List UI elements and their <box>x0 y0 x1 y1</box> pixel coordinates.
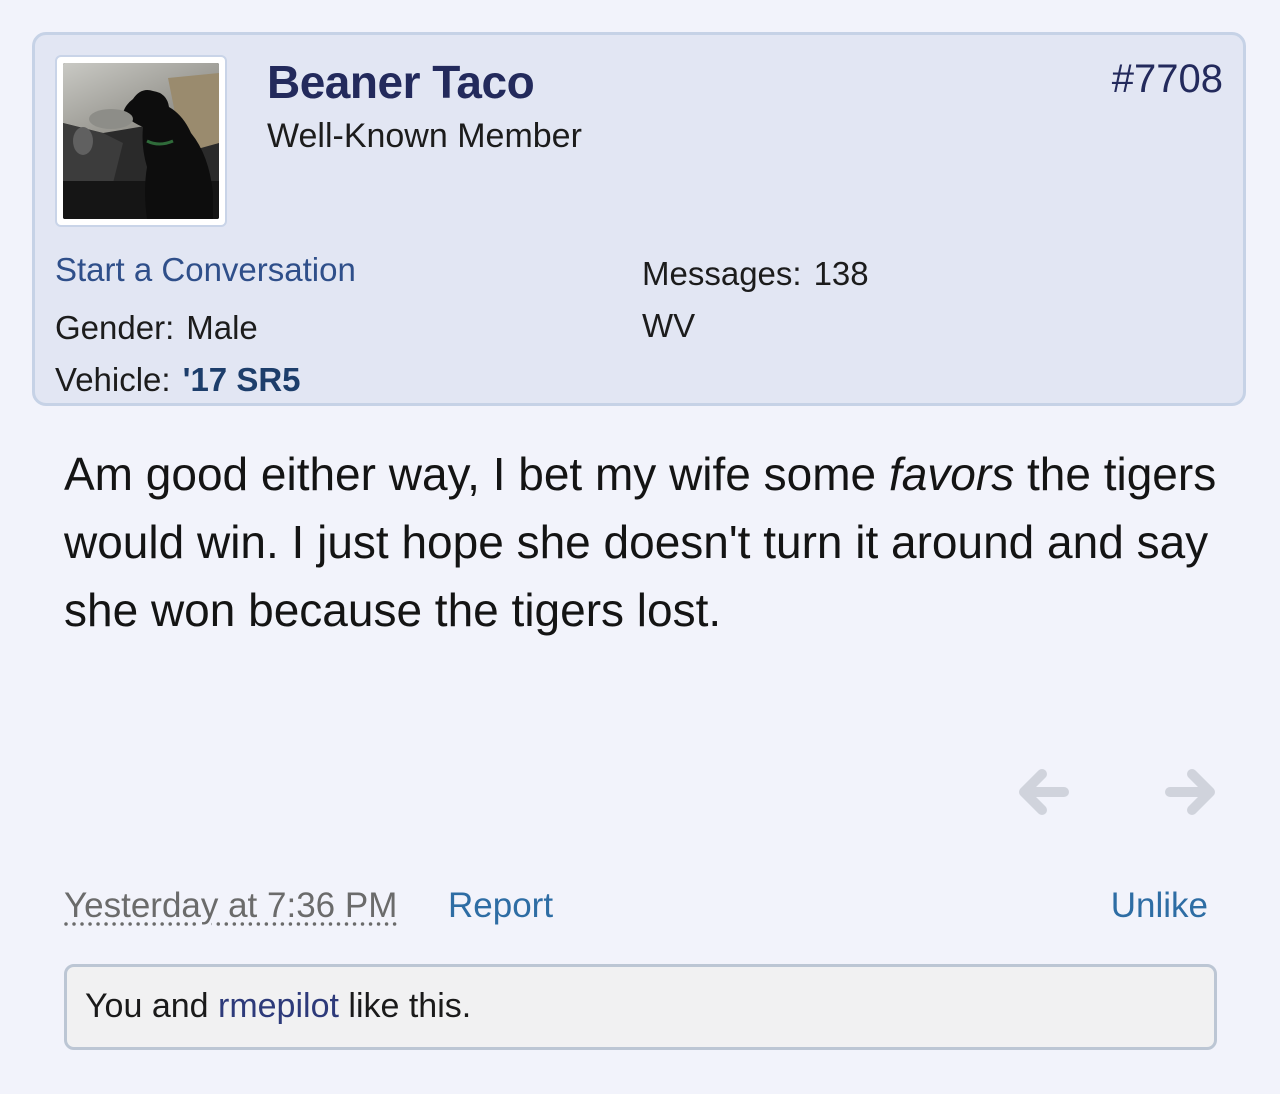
messages-count: 138 <box>813 255 869 292</box>
message-emphasis: favors <box>888 448 1015 500</box>
user-info-card: Beaner Taco Well-Known Member #7708 Star… <box>32 32 1246 406</box>
gender-label: Gender: <box>55 309 175 346</box>
author-title: Well-Known Member <box>267 117 582 155</box>
message-text-start: Am good either way, I bet my wife some <box>64 448 889 500</box>
avatar[interactable] <box>55 55 227 227</box>
liker-link[interactable]: rmepilot <box>218 987 339 1025</box>
arrow-right-icon[interactable] <box>1162 762 1222 822</box>
post-number[interactable]: #7708 <box>1112 57 1223 102</box>
likes-suffix: like this. <box>338 987 472 1025</box>
gender-value: Male <box>186 309 258 346</box>
vehicle-value: '17 SR5 <box>182 361 301 398</box>
arrow-left-icon[interactable] <box>1012 762 1072 822</box>
likes-summary: You and rmepilot like this. <box>64 964 1217 1050</box>
likes-prefix: You and <box>85 987 218 1025</box>
avatar-photo <box>63 63 219 219</box>
author-name[interactable]: Beaner Taco <box>267 55 535 109</box>
unlike-link[interactable]: Unlike <box>1111 886 1208 926</box>
messages-row: Messages: 138 <box>642 255 869 293</box>
gender-row: Gender: Male <box>55 309 258 347</box>
location: WV <box>642 307 696 344</box>
vehicle-row: Vehicle: '17 SR5 <box>55 361 301 399</box>
report-link[interactable]: Report <box>448 886 553 926</box>
start-conversation-link[interactable]: Start a Conversation <box>55 251 356 289</box>
post-timestamp[interactable]: Yesterday at 7:36 PM <box>64 886 397 926</box>
messages-label: Messages: <box>642 255 802 292</box>
vehicle-label: Vehicle: <box>55 361 171 398</box>
post-message: Am good either way, I bet my wife some f… <box>64 440 1234 644</box>
